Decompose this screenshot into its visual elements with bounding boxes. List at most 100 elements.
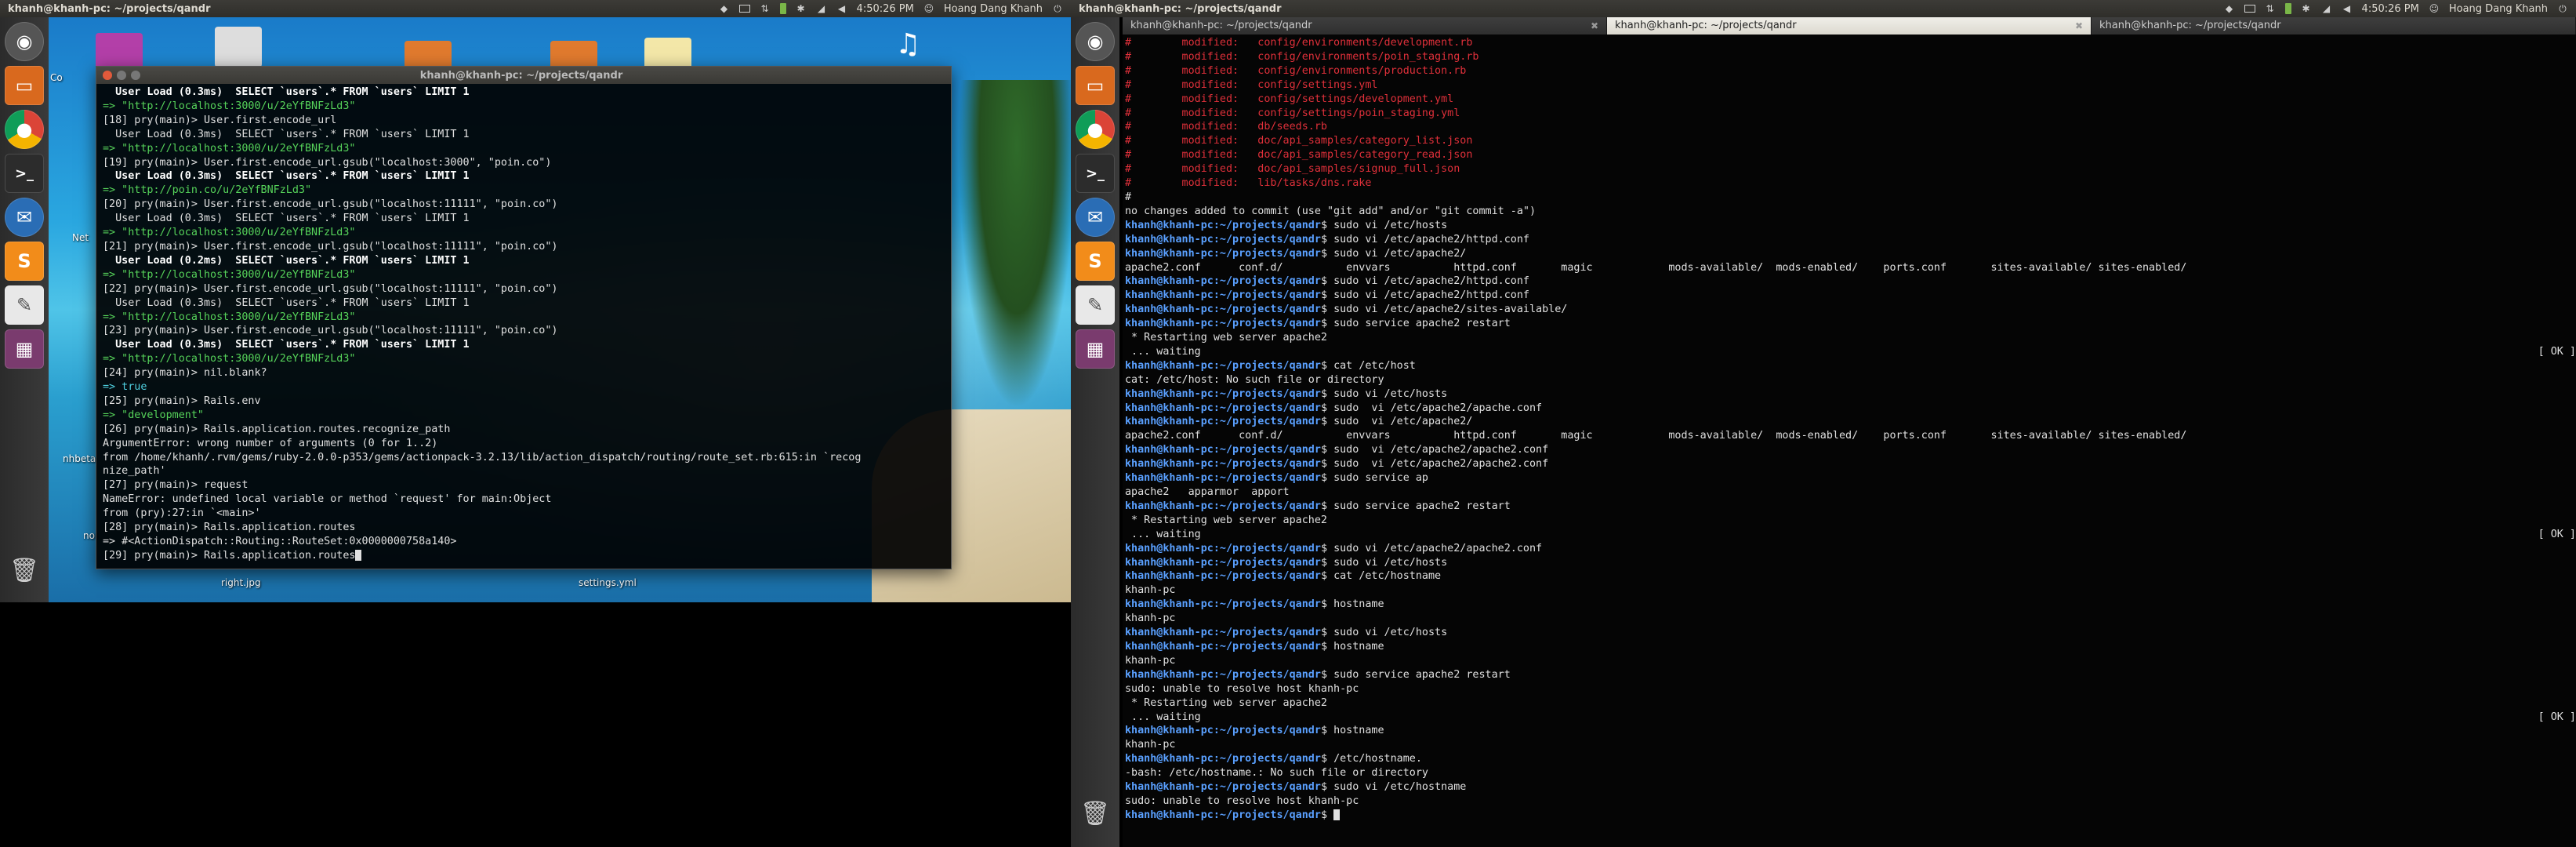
sublime-icon[interactable]: S — [1076, 242, 1115, 281]
thunderbird-icon[interactable]: ✉ — [5, 198, 44, 237]
volume-icon[interactable]: ◀ — [2342, 3, 2353, 14]
prompt-user-host: khanh@khanh-pc — [1125, 247, 1214, 260]
battery-icon[interactable] — [779, 3, 786, 14]
thunderbird-icon[interactable]: ✉ — [1076, 198, 1115, 237]
dropbox-icon[interactable]: ◆ — [719, 3, 730, 14]
clock[interactable]: 4:50:26 PM — [2362, 3, 2419, 15]
workspace-switcher-icon[interactable]: ▦ — [5, 329, 44, 369]
command-text: sudo vi /etc/hosts — [1333, 627, 1448, 639]
terminal-window-pry[interactable]: khanh@khanh-pc: ~/projects/qandr User Lo… — [96, 66, 952, 569]
terminal-window-shell[interactable]: khanh@khanh-pc: ~/projects/qandr ✖ khanh… — [1123, 17, 2576, 847]
terminal-line: khanh@khanh-pc:~/projects/qandr$ sudo vi… — [1125, 626, 2576, 640]
close-icon[interactable]: ✖ — [1591, 17, 1598, 35]
prompt-user-host: khanh@khanh-pc — [1125, 500, 1214, 512]
panel-window-title: khanh@khanh-pc: ~/projects/qandr — [8, 2, 211, 15]
user-name[interactable]: Hoang Dang Khanh — [944, 3, 1043, 15]
mail-icon[interactable] — [2244, 5, 2255, 13]
network-icon[interactable]: ⇅ — [760, 3, 771, 14]
wifi-icon[interactable]: ◢ — [816, 3, 827, 14]
pry-console-output[interactable]: User Load (0.3ms) SELECT `users`.* FROM … — [96, 84, 951, 569]
prompt-symbol: $ — [1320, 627, 1334, 639]
minimize-button[interactable] — [117, 71, 126, 80]
prompt-user-host: khanh@khanh-pc — [1125, 402, 1214, 414]
maximize-button[interactable] — [131, 71, 140, 80]
terminal-line: khanh@khanh-pc:~/projects/qandr$ sudo vi… — [1125, 387, 2576, 402]
prompt-user-host: khanh@khanh-pc — [1125, 809, 1214, 821]
files-folder-icon[interactable]: ▭ — [1076, 66, 1115, 105]
desktop-label-settings-yml[interactable]: settings.yml — [579, 577, 637, 588]
workspace-switcher-icon[interactable]: ▦ — [1076, 329, 1115, 369]
files-folder-icon[interactable]: ▭ — [5, 66, 44, 105]
prompt-symbol: $ — [1320, 318, 1334, 330]
desktop-image-icon[interactable] — [215, 27, 262, 67]
prompt-path: :~/projects/qandr — [1213, 402, 1321, 414]
panel-window-title: khanh@khanh-pc: ~/projects/qandr — [1079, 2, 1282, 15]
tab-label: khanh@khanh-pc: ~/projects/qandr — [2099, 20, 2281, 31]
power-icon[interactable]: ⏻ — [1052, 3, 1063, 14]
launcher-left: ◉ ▭ ● >_ ✉ S ✎ ▦ 🗑 — [0, 17, 49, 602]
prompt-path: :~/projects/qandr — [1213, 219, 1321, 231]
terminal-line: khanh@khanh-pc:~/projects/qandr$ sudo se… — [1125, 317, 2576, 331]
sublime-icon[interactable]: S — [5, 242, 44, 281]
terminal-line: [24] pry(main)> nil.blank? — [103, 367, 267, 380]
window-controls — [103, 71, 140, 80]
prompt-symbol: $ — [1320, 289, 1334, 302]
terminal-line: => "http://localhost:3000/u/2eYfBNFzLd3" — [103, 268, 356, 281]
text-editor-icon[interactable]: ✎ — [1076, 285, 1115, 325]
user-icon[interactable]: ☺ — [2429, 3, 2440, 14]
shell-output[interactable]: # modified: config/environments/developm… — [1123, 35, 2576, 847]
terminal-line: # modified: config/settings/poin_staging… — [1125, 107, 1460, 119]
prompt-symbol: $ — [1320, 640, 1334, 653]
power-icon[interactable]: ⏻ — [2557, 3, 2568, 14]
chrome-icon[interactable]: ● — [1076, 110, 1115, 149]
terminal-line: [18] pry(main)> User.first.encode_url — [103, 114, 337, 126]
dropbox-icon[interactable]: ◆ — [2224, 3, 2235, 14]
battery-icon[interactable] — [2284, 3, 2291, 14]
terminal-line: from (pry):27:in `<main>' — [103, 507, 261, 520]
user-name[interactable]: Hoang Dang Khanh — [2449, 3, 2548, 15]
text-editor-icon[interactable]: ✎ — [5, 285, 44, 325]
terminal-line: # modified: doc/api_samples/category_rea… — [1125, 149, 1473, 162]
terminal-icon[interactable]: >_ — [1076, 154, 1115, 193]
trash-icon[interactable]: 🗑 — [1076, 794, 1115, 833]
terminal-line: khanh@khanh-pc:~/projects/qandr$ sudo se… — [1125, 500, 2576, 514]
prompt-path: :~/projects/qandr — [1213, 668, 1321, 681]
command-text: sudo vi /etc/hosts — [1333, 556, 1448, 569]
tab-terminal-2[interactable]: khanh@khanh-pc: ~/projects/qandr ✖ — [1607, 17, 2092, 35]
dash-home-icon[interactable]: ◉ — [5, 22, 44, 61]
mail-icon[interactable] — [738, 5, 750, 13]
launcher-right: ◉ ▭ ● >_ ✉ S ✎ ▦ 🗑 — [1071, 17, 1119, 847]
prompt-user-host: khanh@khanh-pc — [1125, 570, 1214, 583]
wifi-icon[interactable]: ◢ — [2321, 3, 2332, 14]
desktop-label-co[interactable]: Co — [50, 72, 63, 83]
terminal-line: khanh@khanh-pc:~/projects/qandr$ — [1125, 809, 2576, 823]
desktop-music-icon[interactable]: ♫ — [895, 28, 942, 69]
desktop-label-nhbeta[interactable]: nhbeta — [63, 453, 96, 464]
network-icon[interactable]: ⇅ — [2265, 3, 2276, 14]
terminal-line: khanh@khanh-pc:~/projects/qandr$ cat /et… — [1125, 569, 2576, 583]
trash-icon[interactable]: 🗑 — [5, 551, 44, 590]
terminal-icon[interactable]: >_ — [5, 154, 44, 193]
chrome-icon[interactable]: ● — [5, 110, 44, 149]
prompt-symbol: $ — [1320, 500, 1334, 512]
close-icon[interactable]: ✖ — [2075, 17, 2083, 35]
user-icon[interactable]: ☺ — [923, 3, 934, 14]
terminal-line: nize_path' — [103, 465, 166, 478]
dash-home-icon[interactable]: ◉ — [1076, 22, 1115, 61]
bluetooth-icon[interactable]: ✱ — [796, 3, 807, 14]
clock[interactable]: 4:50:26 PM — [857, 3, 914, 15]
tab-terminal-1[interactable]: khanh@khanh-pc: ~/projects/qandr ✖ — [1123, 17, 1607, 35]
desktop-label-right-jpg[interactable]: right.jpg — [221, 577, 261, 588]
command-text: sudo vi /etc/apache2/sites-available/ — [1333, 304, 1568, 316]
terminal-line: khanh@khanh-pc:~/projects/qandr$ /etc/ho… — [1125, 752, 2576, 766]
volume-icon[interactable]: ◀ — [836, 3, 847, 14]
tab-terminal-3[interactable]: khanh@khanh-pc: ~/projects/qandr — [2092, 17, 2576, 35]
close-button[interactable] — [103, 71, 112, 80]
terminal-titlebar[interactable]: khanh@khanh-pc: ~/projects/qandr — [96, 67, 951, 84]
bluetooth-icon[interactable]: ✱ — [2301, 3, 2312, 14]
terminal-line: khanh-pc — [1125, 654, 1176, 667]
terminal-line: * Restarting web server apache2 — [1125, 332, 1327, 344]
desktop-label-net[interactable]: Net — [72, 232, 89, 243]
terminal-tabs: khanh@khanh-pc: ~/projects/qandr ✖ khanh… — [1123, 17, 2576, 35]
prompt-path: :~/projects/qandr — [1213, 556, 1321, 569]
